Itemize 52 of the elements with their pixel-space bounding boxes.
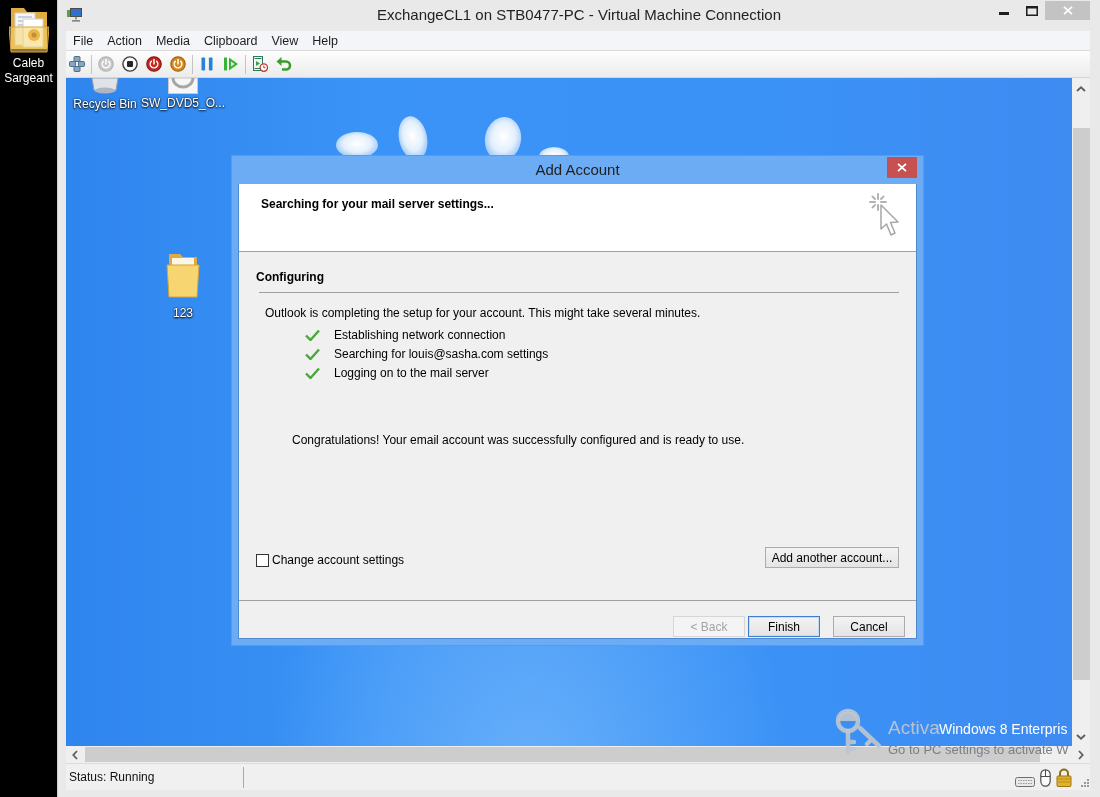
menu-item[interactable]: Action bbox=[100, 31, 149, 50]
close-icon bbox=[1062, 6, 1073, 15]
power-icon[interactable] bbox=[146, 56, 162, 72]
menu-item[interactable]: Media bbox=[148, 31, 197, 50]
scroll-right-icon[interactable] bbox=[1078, 749, 1084, 760]
folder-icon[interactable] bbox=[8, 5, 49, 53]
maximize-icon[interactable] bbox=[1026, 6, 1038, 16]
desktop-icon-label[interactable]: Recycle Bin bbox=[73, 97, 137, 111]
dialog-title: Add Account bbox=[535, 160, 620, 180]
section-title: Configuring bbox=[256, 269, 325, 285]
header-title: Searching for your mail server settings... bbox=[261, 196, 494, 212]
desktop-icon-label[interactable]: Caleb Sargeant bbox=[0, 56, 57, 86]
scrollbar[interactable] bbox=[1072, 78, 1090, 746]
step-label: Searching for louis@sasha.com settings bbox=[334, 345, 549, 362]
close-icon bbox=[897, 163, 907, 172]
menu-item[interactable]: File bbox=[66, 31, 101, 50]
step-label: Logging on to the mail server bbox=[334, 364, 489, 381]
recycle-bin-icon[interactable] bbox=[89, 78, 121, 95]
undo-arrow-icon[interactable] bbox=[276, 56, 292, 72]
keyboard-icon bbox=[1015, 775, 1035, 787]
monitor-icon bbox=[67, 8, 82, 22]
scrollbar-thumb[interactable] bbox=[1072, 128, 1090, 680]
stop-icon[interactable] bbox=[122, 56, 138, 72]
close-button[interactable] bbox=[887, 157, 917, 178]
scroll-up-icon[interactable] bbox=[1076, 86, 1086, 92]
activation-hint: Go to PC settings to activate W bbox=[888, 742, 1069, 758]
lock-icon bbox=[1056, 767, 1072, 787]
pause-icon[interactable] bbox=[199, 56, 215, 72]
menu-item[interactable]: View bbox=[264, 31, 306, 50]
success-message: Congratulations! Your email account was successfully configured and is ready to use. bbox=[292, 432, 746, 448]
add-account-button[interactable]: Add another account... bbox=[765, 547, 899, 568]
activation-title: Activa bbox=[888, 717, 940, 739]
status-text: Status: Running bbox=[69, 770, 155, 784]
edition-text: Windows 8 Enterpris bbox=[939, 721, 1068, 738]
step-label: Establishing network connection bbox=[334, 326, 506, 343]
mouse-icon bbox=[1040, 768, 1051, 787]
power-icon[interactable] bbox=[170, 56, 186, 72]
window-title: ExchangeCL1 on STB0477-PC - Virtual Machine Connection bbox=[376, 5, 782, 24]
keys-icon[interactable] bbox=[69, 56, 85, 72]
play-icon[interactable] bbox=[223, 56, 239, 72]
checkbox-label[interactable]: Change account settings bbox=[272, 552, 405, 568]
intro-text: Outlook is completing the setup for your account. This might take several minutes. bbox=[265, 305, 702, 321]
resize-grip-icon bbox=[1081, 778, 1089, 787]
menu-item[interactable]: Clipboard bbox=[196, 31, 265, 50]
document-clock-icon[interactable] bbox=[252, 56, 268, 72]
finish-button[interactable]: Finish bbox=[748, 616, 820, 637]
scrollbar[interactable] bbox=[66, 746, 1090, 763]
scroll-left-icon[interactable] bbox=[72, 749, 78, 760]
scroll-down-icon[interactable] bbox=[1076, 734, 1086, 740]
checkbox[interactable] bbox=[256, 553, 269, 567]
menu-item[interactable]: Help bbox=[305, 31, 346, 50]
cancel-button[interactable]: Cancel bbox=[833, 616, 905, 637]
